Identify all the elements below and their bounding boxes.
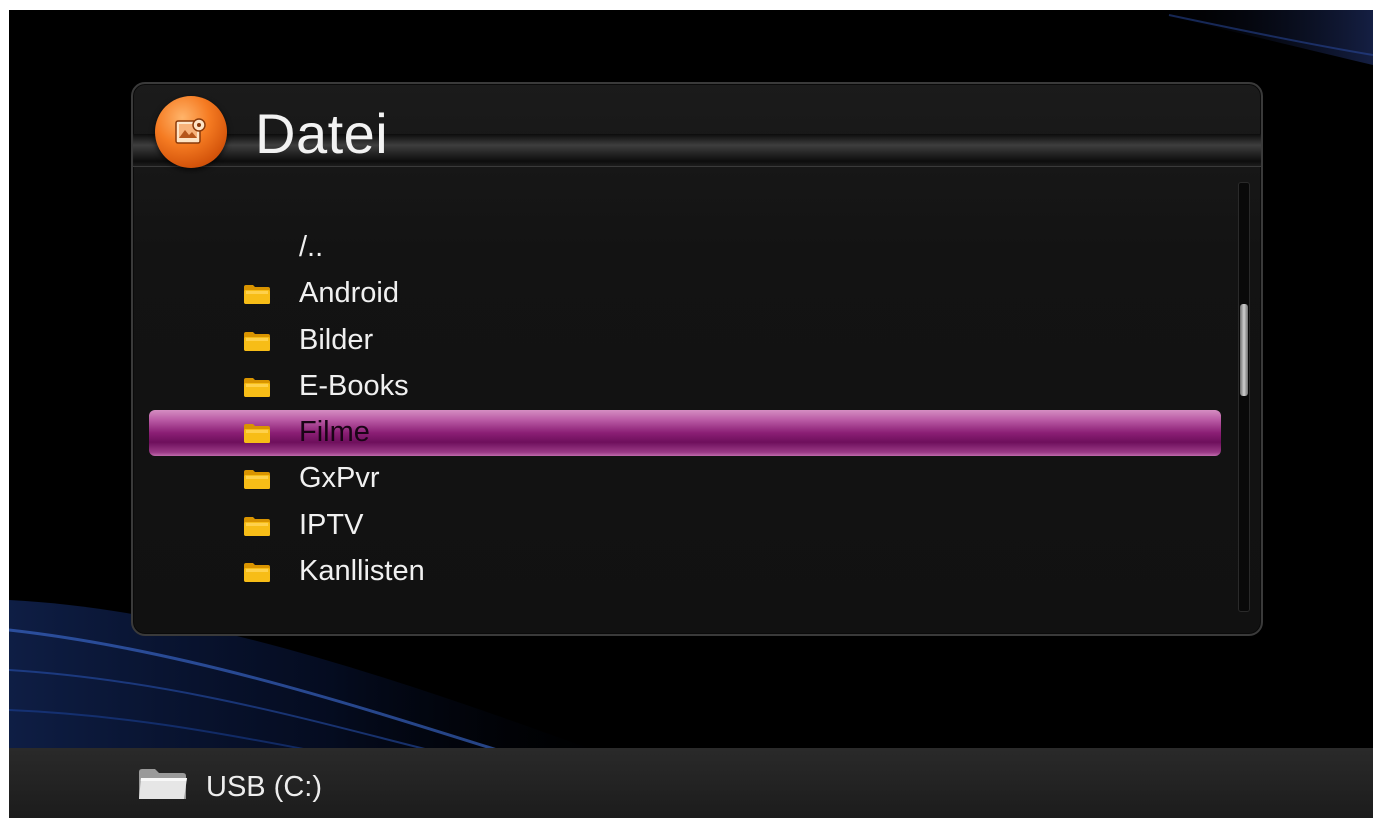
list-item[interactable]: IPTV: [133, 502, 1261, 548]
folder-icon: [244, 563, 270, 583]
folder-icon: [244, 285, 270, 305]
list-item-label: Filme: [299, 416, 370, 449]
list-item[interactable]: E-Books: [133, 363, 1261, 409]
file-list[interactable]: /.. Android Bilder E-Books Filme GxPvr I…: [133, 224, 1261, 594]
list-item-label: Bilder: [299, 323, 374, 356]
folder-icon: [244, 516, 270, 536]
list-item[interactable]: Bilder: [133, 317, 1261, 363]
device-label: USB (C:): [206, 771, 322, 803]
scrollbar[interactable]: [1238, 182, 1250, 612]
folder-icon: [244, 424, 270, 444]
list-item[interactable]: Kanllisten: [133, 548, 1261, 594]
list-item[interactable]: Android: [133, 270, 1261, 316]
list-item-label: E-Books: [299, 369, 409, 402]
panel-header: Datei: [133, 84, 1261, 174]
folder-icon: [244, 377, 270, 397]
list-item-label: Kanllisten: [299, 555, 425, 588]
status-bar: USB (C:): [9, 748, 1373, 818]
folder-icon: [244, 331, 270, 351]
folder-icon: [244, 470, 270, 490]
list-item-label: GxPvr: [299, 462, 380, 495]
folder-icon: [139, 769, 187, 799]
list-item[interactable]: GxPvr: [133, 455, 1261, 501]
list-item-label: /..: [299, 231, 324, 263]
list-item-selected[interactable]: Filme: [133, 409, 1261, 457]
file-browser-panel: Datei /.. Android Bilder E-Books Filme G…: [131, 82, 1263, 636]
list-item-parent[interactable]: /..: [133, 224, 1261, 270]
scrollbar-thumb[interactable]: [1240, 304, 1248, 396]
tv-screen: Datei /.. Android Bilder E-Books Filme G…: [9, 10, 1373, 818]
page-title: Datei: [255, 102, 389, 165]
list-item-label: Android: [299, 277, 399, 310]
image-file-icon: [155, 96, 227, 168]
list-item-label: IPTV: [299, 508, 364, 541]
